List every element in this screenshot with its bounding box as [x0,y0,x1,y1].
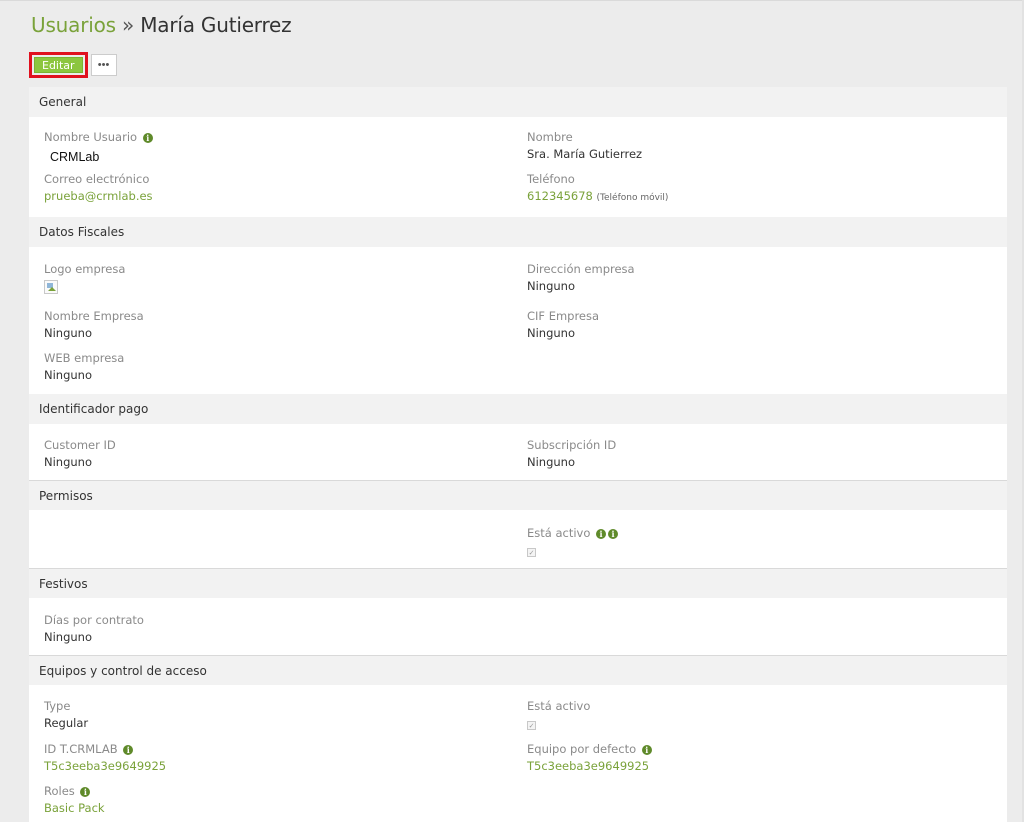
info-icon[interactable]: i [641,745,652,755]
field-company: Nombre Empresa Ninguno [44,309,144,341]
info-icon[interactable]: i [142,133,153,143]
default-team-link[interactable]: T5c3eeba3e9649925 [527,758,652,774]
web-label: WEB empresa [44,351,125,365]
breadcrumb-current: María Gutierrez [140,13,292,37]
logo-label: Logo empresa [44,262,126,276]
cif-label: CIF Empresa [527,309,600,323]
field-cif: CIF Empresa Ninguno [527,309,599,341]
field-type: Type Regular [44,699,88,731]
info-icon[interactable]: i [80,787,91,797]
permissions-active-checkbox: ✓ [527,548,536,557]
contract-days-value: Ninguno [44,630,92,644]
field-address: Dirección empresa Ninguno [527,262,635,294]
type-label: Type [44,699,71,713]
edit-button[interactable]: Editar [34,57,83,73]
email-link[interactable]: prueba@crmlab.es [44,188,153,204]
field-default-team: Equipo por defecto i T5c3eeba3e9649925 [527,742,652,774]
teams-active-checkbox: ✓ [527,721,536,730]
field-teams-active: Está activo ✓ [527,699,590,732]
field-subscription-id: Subscripción ID Ninguno [527,438,616,470]
page-title: Usuarios » María Gutierrez [31,12,292,38]
name-value: Sra. María Gutierrez [527,147,643,161]
address-value: Ninguno [527,279,575,293]
info-icon[interactable]: i [596,529,607,539]
default-team-label: Equipo por defecto [527,742,637,756]
breadcrumb-separator: » [122,13,135,37]
field-name: Nombre Sra. María Gutierrez [527,130,642,162]
field-contract-days: Días por contrato Ninguno [44,613,144,645]
cif-value: Ninguno [527,326,575,340]
company-label: Nombre Empresa [44,309,144,323]
field-customer-id: Customer ID Ninguno [44,438,116,470]
field-permissions-active: Está activo ii ✓ [527,526,619,559]
info-icon[interactable]: i [608,529,619,539]
section-general-header: General [29,87,1007,117]
name-label: Nombre [527,130,573,144]
roles-label: Roles [44,784,75,798]
record-panel: General Nombre Usuario i CRMLab Nombre S… [29,87,1007,822]
phone-type: (Teléfono móvil) [596,193,669,203]
phone-label: Teléfono [527,172,575,186]
username-value: CRMLab [50,150,100,164]
teams-active-label: Está activo [527,699,591,713]
top-border [0,0,1024,1]
edit-highlight: Editar [29,52,88,78]
phone-link[interactable]: 612345678 [527,189,593,203]
team-id-link[interactable]: T5c3eeba3e9649925 [44,758,166,774]
customer-id-value: Ninguno [44,455,92,469]
section-payment-header: Identificador pago [29,394,1007,424]
roles-link[interactable]: Basic Pack [44,800,105,816]
company-value: Ninguno [44,326,92,340]
field-team-id: ID T.CRMLAB i T5c3eeba3e9649925 [44,742,166,774]
field-roles: Roles i Basic Pack [44,784,105,816]
section-holidays-header: Festivos [29,568,1007,598]
web-value: Ninguno [44,368,92,382]
section-teams-header: Equipos y control de acceso [29,655,1007,685]
section-fiscal-header: Datos Fiscales [29,217,1007,247]
section-permissions-header: Permisos [29,480,1007,510]
field-logo: Logo empresa [44,262,125,298]
type-value: Regular [44,716,89,730]
username-label: Nombre Usuario [44,130,138,144]
broken-image-icon [44,280,58,294]
permissions-active-label: Está activo [527,526,591,540]
subscription-id-value: Ninguno [527,455,575,469]
more-actions-button[interactable]: ••• [90,54,117,76]
address-label: Dirección empresa [527,262,635,276]
field-phone: Teléfono 612345678 (Teléfono móvil) [527,172,668,206]
team-id-label: ID T.CRMLAB [44,742,118,756]
field-web: WEB empresa Ninguno [44,351,124,383]
field-username: Nombre Usuario i CRMLab [44,130,153,165]
subscription-id-label: Subscripción ID [527,438,617,452]
customer-id-label: Customer ID [44,438,116,452]
info-icon[interactable]: i [123,745,134,755]
email-label: Correo electrónico [44,172,150,186]
contract-days-label: Días por contrato [44,613,144,627]
toolbar: Editar ••• [29,52,117,78]
field-email: Correo electrónico prueba@crmlab.es [44,172,153,204]
breadcrumb-users-link[interactable]: Usuarios [31,13,116,37]
